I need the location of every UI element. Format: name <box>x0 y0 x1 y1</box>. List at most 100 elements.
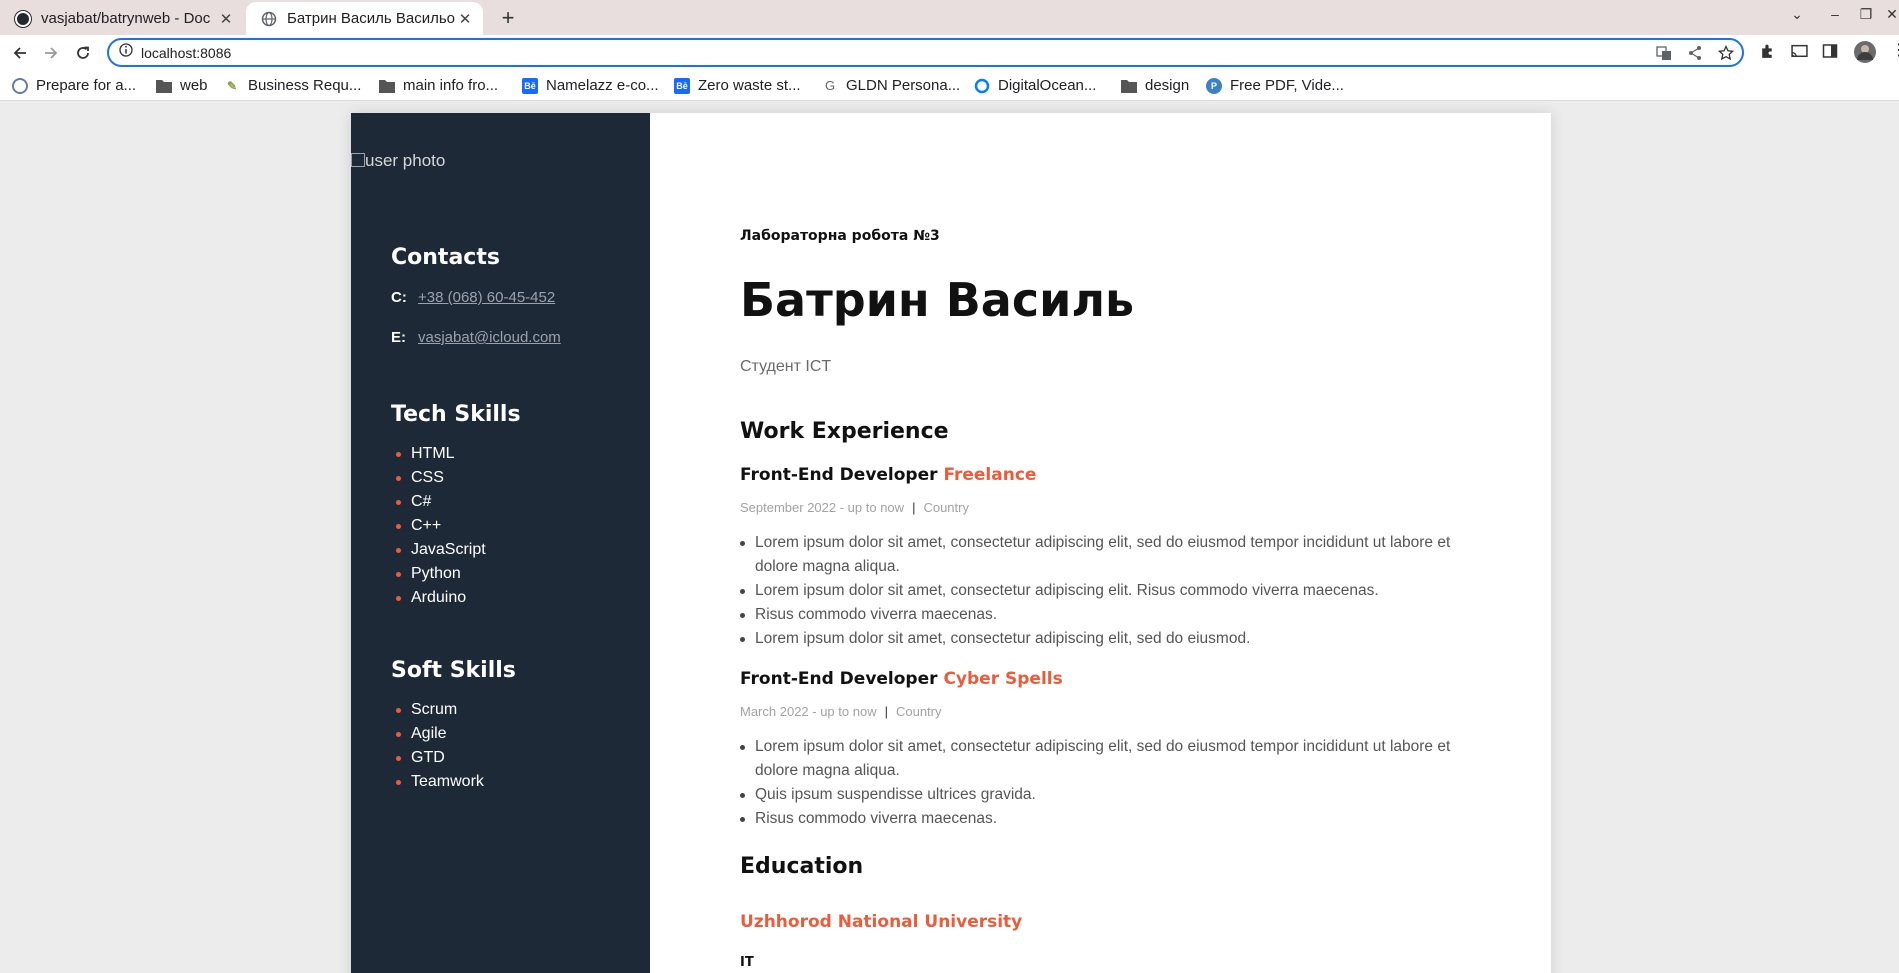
list-item: Teamwork <box>391 770 484 794</box>
resume-sheet: user photo Contacts C: +38 (068) 60-45-4… <box>351 113 1551 973</box>
bookmark-item[interactable]: Bē Zero waste st... <box>674 77 801 94</box>
bookmark-label: Business Requ... <box>248 77 362 94</box>
list-item: Risus commodo viverra maecenas. <box>740 603 1480 627</box>
job-meta: September 2022 - up to now | Country <box>740 500 969 515</box>
list-item: Quis ipsum suspendisse ultrices gravida. <box>740 783 1480 807</box>
bookmark-label: Prepare for a... <box>36 77 137 94</box>
job-location: Country <box>895 704 942 719</box>
resume-sidebar: user photo Contacts C: +38 (068) 60-45-4… <box>351 113 650 973</box>
tab-strip: vasjabat/batrynweb - Doc ✕ Батрин Василь… <box>0 0 1899 35</box>
bookmark-item[interactable]: DigitalOcean... <box>974 77 1096 94</box>
contacts-heading: Contacts <box>391 245 500 270</box>
job-bullets: Lorem ipsum dolor sit amet, consectetur … <box>740 735 1480 831</box>
list-item: Python <box>391 562 486 586</box>
close-tab-icon[interactable]: ✕ <box>218 10 234 28</box>
bookmark-label: main info fro... <box>403 77 499 94</box>
site-info-icon[interactable] <box>119 43 133 62</box>
bookmark-label: Namelazz e-co... <box>546 77 659 94</box>
translate-icon[interactable] <box>1656 45 1672 66</box>
tab-resume[interactable]: Батрин Василь Васильо ✕ <box>246 2 483 35</box>
email-key: E: <box>391 329 406 346</box>
google-icon: G <box>824 78 836 93</box>
url-text: localhost:8086 <box>141 44 232 61</box>
phone-link[interactable]: +38 (068) 60-45-452 <box>418 289 555 306</box>
cast-icon[interactable] <box>1791 43 1808 65</box>
bookmark-folder[interactable]: design <box>1121 77 1189 94</box>
close-tab-icon[interactable]: ✕ <box>457 10 473 28</box>
new-tab-button[interactable]: + <box>494 4 522 32</box>
lab-label: Лабораторна робота №3 <box>740 228 940 244</box>
job-role: Front-End Developer <box>740 465 938 485</box>
bookmark-item[interactable]: P Free PDF, Vide... <box>1206 77 1344 94</box>
tech-skills-list: HTML CSS C# C++ JavaScript Python Arduin… <box>391 442 486 610</box>
forward-icon[interactable] <box>39 41 63 65</box>
job-bullets: Lorem ipsum dolor sit amet, consectetur … <box>740 531 1480 651</box>
job-period: September 2022 - up to now <box>740 500 905 515</box>
role-subtitle: Студент ICT <box>740 358 832 375</box>
list-item: Scrum <box>391 698 484 722</box>
folder-icon <box>379 78 395 94</box>
reload-icon[interactable] <box>71 41 95 65</box>
phone-key: C: <box>391 289 407 306</box>
tech-skills-heading: Tech Skills <box>391 402 521 427</box>
close-window-icon[interactable]: ✕ <box>1882 6 1899 23</box>
bookmark-item[interactable]: ✎ Business Requ... <box>224 77 361 94</box>
job-title: Front-End Developer Freelance <box>740 465 1036 485</box>
list-item: Lorem ipsum dolor sit amet, consectetur … <box>740 579 1480 603</box>
bookmark-item[interactable]: G GLDN Persona... <box>822 77 960 94</box>
minimize-icon[interactable]: – <box>1825 6 1845 22</box>
list-item: C++ <box>391 514 486 538</box>
browser-toolbar: localhost:8086 ⋮ <box>0 35 1899 71</box>
site-icon: ✎ <box>226 78 238 93</box>
tab-search-icon[interactable]: ⌄ <box>1787 6 1807 23</box>
user-photo: user photo <box>351 151 445 171</box>
bookmark-label: GLDN Persona... <box>846 77 961 94</box>
back-icon[interactable] <box>8 41 32 65</box>
divider: | <box>884 704 888 719</box>
behance-icon: Bē <box>522 77 538 94</box>
site-icon: P <box>1206 77 1222 94</box>
tab-title: vasjabat/batrynweb - Doc <box>41 10 211 27</box>
side-panel-icon[interactable] <box>1822 43 1838 64</box>
bookmark-star-icon[interactable] <box>1717 44 1735 66</box>
list-item: CSS <box>391 466 486 490</box>
job-role: Front-End Developer <box>740 669 938 689</box>
bookmark-label: Free PDF, Vide... <box>1230 77 1344 94</box>
bookmark-label: DigitalOcean... <box>998 77 1097 94</box>
list-item: Agile <box>391 722 484 746</box>
folder-icon <box>1121 78 1137 94</box>
bookmark-item[interactable]: Bē Namelazz e-co... <box>522 77 659 94</box>
bookmark-folder[interactable]: web <box>156 77 208 94</box>
list-item: C# <box>391 490 486 514</box>
university-name: Uzhhorod National University <box>740 912 1023 932</box>
tab-github[interactable]: vasjabat/batrynweb - Doc ✕ <box>0 2 244 35</box>
menu-icon[interactable]: ⋮ <box>1891 40 1899 60</box>
list-item: JavaScript <box>391 538 486 562</box>
list-item: Arduino <box>391 586 486 610</box>
page-title: Батрин Василь <box>740 273 1135 327</box>
avatar[interactable] <box>1854 41 1876 68</box>
page-viewport: user photo Contacts C: +38 (068) 60-45-4… <box>0 102 1899 973</box>
share-icon[interactable] <box>1687 45 1703 66</box>
restore-icon[interactable]: ❐ <box>1856 6 1876 23</box>
job-title: Front-End Developer Cyber Spells <box>740 669 1063 689</box>
github-icon <box>15 10 31 27</box>
bookmark-item[interactable]: Prepare for a... <box>12 77 136 94</box>
soft-skills-list: Scrum Agile GTD Teamwork <box>391 698 484 794</box>
extensions-icon[interactable] <box>1759 43 1776 65</box>
list-item: Lorem ipsum dolor sit amet, consectetur … <box>740 531 1480 579</box>
divider: | <box>912 500 916 515</box>
job-company: Cyber Spells <box>943 669 1063 689</box>
email-link[interactable]: vasjabat@icloud.com <box>418 329 561 346</box>
bookmark-folder[interactable]: main info fro... <box>379 77 498 94</box>
address-bar[interactable]: localhost:8086 <box>107 38 1744 67</box>
work-experience-heading: Work Experience <box>740 419 949 444</box>
list-item: Lorem ipsum dolor sit amet, consectetur … <box>740 627 1480 651</box>
degree: IT <box>740 955 754 970</box>
photo-alt-text: user photo <box>365 151 446 170</box>
list-item: Risus commodo viverra maecenas. <box>740 807 1480 831</box>
job-meta: March 2022 - up to now | Country <box>740 704 942 719</box>
list-item: Lorem ipsum dolor sit amet, consectetur … <box>740 735 1480 783</box>
page-icon <box>12 77 28 94</box>
bookmarks-bar: Prepare for a... web ✎ Business Requ... … <box>0 71 1899 101</box>
